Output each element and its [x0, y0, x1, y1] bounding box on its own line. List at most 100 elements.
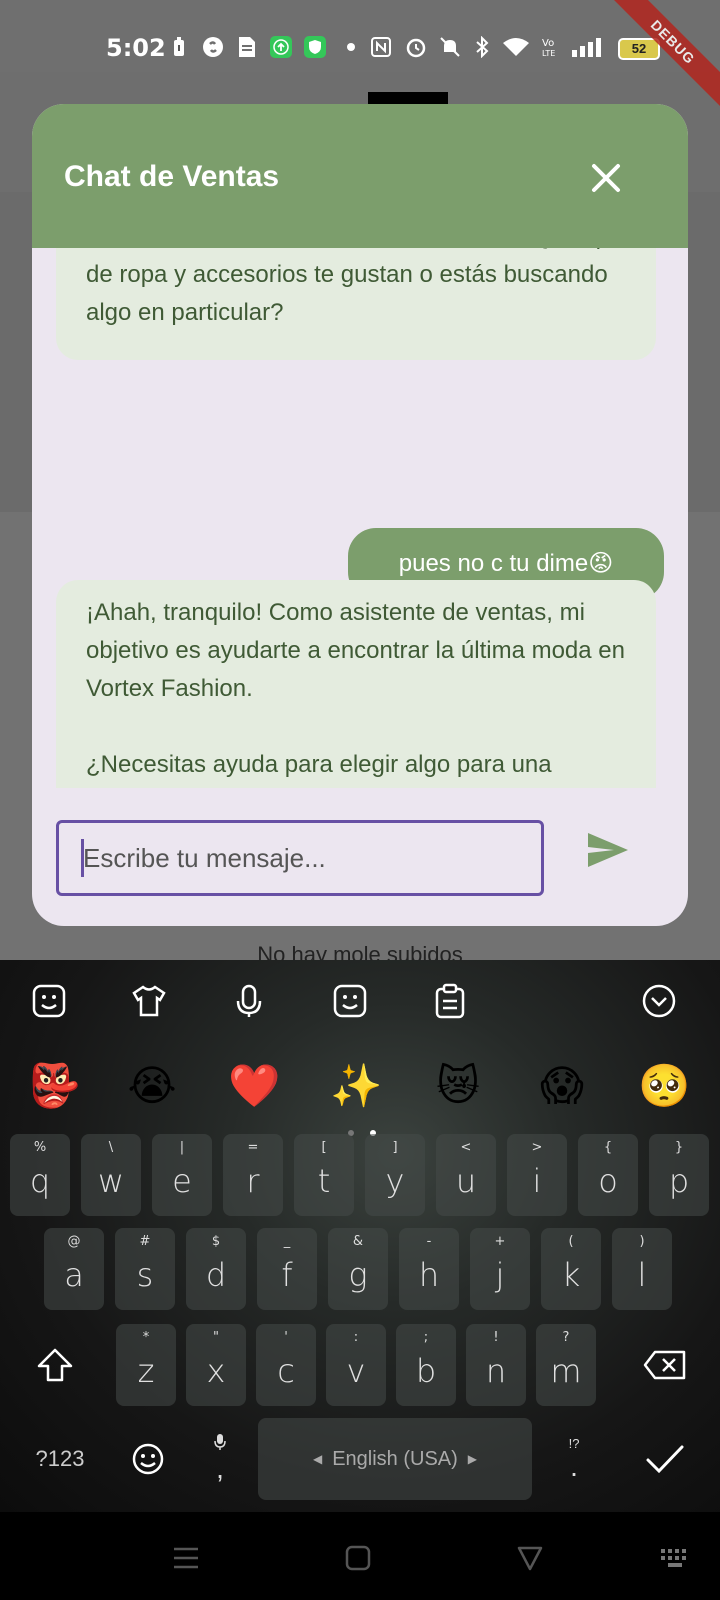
emoji-suggestion[interactable]: 👺: [28, 1060, 80, 1112]
key-label: n: [485, 1352, 507, 1390]
key-i[interactable]: > i: [507, 1134, 567, 1216]
key-k[interactable]: (k: [541, 1228, 601, 1310]
period-key[interactable]: !? .: [544, 1418, 604, 1500]
key-t[interactable]: [t: [294, 1134, 354, 1216]
key-s[interactable]: # s: [115, 1228, 175, 1310]
key-alt-label: $: [211, 1234, 221, 1249]
key-o[interactable]: {o: [578, 1134, 638, 1216]
key-r[interactable]: = r: [223, 1134, 283, 1216]
shift-key[interactable]: [20, 1324, 90, 1406]
language-right-arrow-icon: ▶: [467, 1452, 478, 1466]
collapse-keyboard-icon[interactable]: [640, 982, 678, 1020]
emoji-suggestion[interactable]: 😿: [432, 1060, 484, 1112]
key-x[interactable]: " x: [186, 1324, 246, 1406]
key-label: d: [205, 1256, 227, 1294]
key-y[interactable]: ] y: [365, 1134, 425, 1216]
space-key[interactable]: ◀ English (USA) ▶: [258, 1418, 532, 1500]
emoji-suggestion[interactable]: ❤️: [228, 1060, 280, 1112]
microphone-icon[interactable]: [230, 982, 268, 1020]
menu-lines-icon: [174, 1547, 198, 1569]
key-b[interactable]: ; b: [396, 1324, 456, 1406]
key-l[interactable]: ) l: [612, 1228, 672, 1310]
message-input[interactable]: Escribe tu mensaje...: [56, 820, 544, 896]
key-alt-label: :: [353, 1330, 359, 1345]
key-u[interactable]: < u: [436, 1134, 496, 1216]
key-p[interactable]: } p: [649, 1134, 709, 1216]
svg-text:LTE: LTE: [542, 49, 555, 58]
nfc-icon: [370, 36, 392, 58]
key-alt-label: <: [460, 1140, 472, 1155]
key-label: a: [64, 1256, 84, 1294]
key-label: s: [136, 1256, 154, 1294]
key-q[interactable]: % q: [10, 1134, 70, 1216]
key-label: j: [495, 1256, 505, 1294]
key-d[interactable]: $ d: [186, 1228, 246, 1310]
comma-key[interactable]: ,: [190, 1418, 250, 1500]
shazam-icon: [202, 36, 224, 58]
text-cursor: [81, 839, 84, 877]
key-alt-label: (: [568, 1234, 574, 1249]
clipboard-icon[interactable]: [431, 982, 469, 1020]
key-w[interactable]: \ w: [81, 1134, 141, 1216]
bluetooth-icon: [474, 36, 490, 58]
symbols-key[interactable]: ?123: [22, 1418, 98, 1500]
background-handle: [368, 92, 448, 104]
alarm-icon: [404, 36, 428, 58]
message-input-placeholder: Escribe tu mensaje...: [83, 843, 326, 873]
back-button[interactable]: [512, 1540, 548, 1576]
key-n[interactable]: ! n: [466, 1324, 526, 1406]
key-label: t: [317, 1162, 331, 1200]
emoji-suggestion[interactable]: 😭: [126, 1060, 178, 1112]
send-button[interactable]: [580, 822, 636, 878]
key-alt-label: ;: [423, 1330, 429, 1345]
battery-saver-icon: [172, 36, 186, 58]
emoji-icon[interactable]: [331, 982, 369, 1020]
key-alt-label: {: [603, 1140, 613, 1155]
emoji-suggestion[interactable]: 😱: [536, 1060, 588, 1112]
upload-icon: [270, 36, 292, 58]
key-label: k: [561, 1256, 581, 1294]
key-c[interactable]: ' c: [256, 1324, 316, 1406]
bot-message: ¡Ahah, tranquilo! Como asistente de vent…: [56, 580, 656, 788]
key-z[interactable]: * z: [116, 1324, 176, 1406]
key-f[interactable]: _ f: [257, 1228, 317, 1310]
key-label: q: [29, 1162, 51, 1200]
key-m[interactable]: ? m: [536, 1324, 596, 1406]
backspace-key[interactable]: [630, 1324, 700, 1406]
sticker-icon[interactable]: [30, 982, 68, 1020]
key-h[interactable]: -h: [399, 1228, 459, 1310]
keyboard-switch-button[interactable]: [658, 1540, 694, 1576]
keyboard-icon: [661, 1549, 686, 1567]
chat-message-list[interactable]: decidido visitar nuestra tienda de moda.…: [32, 248, 688, 788]
key-a[interactable]: @ a: [44, 1228, 104, 1310]
enter-key[interactable]: [630, 1418, 700, 1500]
key-alt-label: +: [494, 1234, 506, 1249]
key-g[interactable]: & g: [328, 1228, 388, 1310]
shield-icon: [304, 36, 326, 58]
key-label: e: [172, 1162, 192, 1200]
key-e[interactable]: | e: [152, 1134, 212, 1216]
period-alt-label: !?: [568, 1435, 580, 1451]
recents-button[interactable]: [168, 1540, 204, 1576]
svg-text:Vo: Vo: [542, 38, 554, 49]
key-label: o: [598, 1162, 618, 1200]
square-icon: [345, 1545, 371, 1571]
emoji-suggestion[interactable]: 🥺: [638, 1060, 690, 1112]
triangle-back-icon: [517, 1546, 543, 1571]
emoji-suggestion[interactable]: ✨: [330, 1060, 382, 1112]
close-icon: [592, 164, 620, 192]
mic-small-icon: [214, 1434, 226, 1450]
close-button[interactable]: [582, 154, 630, 202]
key-j[interactable]: + j: [470, 1228, 530, 1310]
keyboard-toolbar: [0, 960, 720, 1040]
send-icon: [588, 833, 628, 867]
comma-label: ,: [216, 1453, 224, 1484]
key-alt-label: >: [531, 1140, 543, 1155]
key-alt-label: ": [213, 1330, 219, 1345]
dialog-header: Chat de Ventas: [32, 104, 688, 248]
emoji-key[interactable]: [118, 1418, 178, 1500]
key-v[interactable]: :v: [326, 1324, 386, 1406]
wifi-icon: [502, 36, 530, 58]
home-button[interactable]: [340, 1540, 376, 1576]
theme-shirt-icon[interactable]: [130, 982, 168, 1020]
